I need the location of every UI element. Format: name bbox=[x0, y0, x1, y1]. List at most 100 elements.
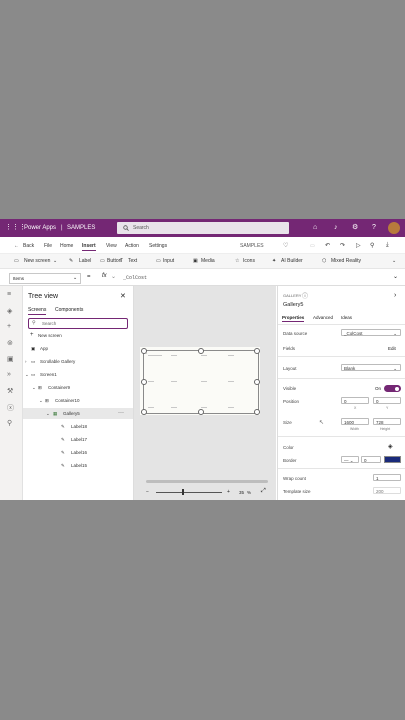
tab-screens[interactable]: Screens bbox=[28, 307, 47, 315]
menu-view[interactable]: View bbox=[106, 243, 117, 249]
chevron-down-icon[interactable]: ⌄ bbox=[46, 411, 50, 417]
tree-row-scrollable-gallery[interactable]: › ▭ Scrollable Gallery bbox=[23, 356, 133, 367]
tab-ideas[interactable]: Ideas bbox=[341, 315, 352, 320]
close-icon[interactable]: ✕ bbox=[120, 292, 126, 300]
new-screen-button[interactable]: New screen bbox=[24, 258, 50, 264]
wrap-count-input[interactable]: 1 bbox=[373, 474, 401, 481]
template-size-input[interactable]: 200 bbox=[373, 487, 401, 494]
menu-home[interactable]: Home bbox=[60, 243, 73, 249]
icons-button[interactable]: Icons bbox=[243, 258, 255, 264]
screen-canvas[interactable]: ✎ bbox=[140, 347, 260, 415]
menu-file[interactable]: File bbox=[44, 243, 52, 249]
tab-components[interactable]: Components bbox=[55, 307, 83, 313]
fit-to-window-icon[interactable]: ⤢ bbox=[261, 488, 266, 495]
more-chevron-icon[interactable]: ⌄ bbox=[392, 258, 396, 264]
formula-input[interactable]: _ColCost bbox=[120, 272, 388, 283]
resize-handle[interactable] bbox=[254, 379, 260, 385]
chevron-down-icon[interactable]: ⌄ bbox=[25, 372, 29, 378]
more-options-icon[interactable]: ··· bbox=[118, 410, 124, 416]
tree-row-gallery5[interactable]: ⌄ ▦ Gallery5 ··· bbox=[23, 408, 133, 419]
resize-handle[interactable] bbox=[141, 409, 147, 415]
back-arrow-icon[interactable]: ← bbox=[14, 243, 19, 249]
layout-dropdown[interactable]: Blank ⌄ bbox=[341, 364, 401, 371]
horizontal-scrollbar[interactable] bbox=[146, 480, 268, 483]
play-icon[interactable]: ▷ bbox=[356, 242, 361, 249]
media-rail-icon[interactable]: ▣ bbox=[7, 355, 14, 363]
size-height-input[interactable]: 728 bbox=[373, 418, 401, 425]
canvas-area[interactable]: ✎ − + 35 % ⤢ bbox=[134, 286, 276, 500]
text-button[interactable]: Text bbox=[128, 258, 137, 264]
avatar[interactable] bbox=[388, 222, 400, 234]
tree-row-app[interactable]: ▣ App bbox=[23, 343, 133, 354]
redo-icon[interactable]: ↷ bbox=[340, 242, 345, 249]
visible-toggle[interactable] bbox=[384, 385, 401, 392]
help-icon[interactable]: ? bbox=[372, 224, 376, 232]
zoom-slider-track[interactable] bbox=[156, 492, 222, 493]
mixed-reality-button[interactable]: Mixed Reality bbox=[331, 258, 361, 264]
back-button[interactable]: Back bbox=[23, 243, 34, 249]
ai-builder-button[interactable]: AI Builder bbox=[281, 258, 303, 264]
tree-row-screen1[interactable]: ⌄ ▭ Screen1 bbox=[23, 369, 133, 380]
tree-row-label16[interactable]: ✎ Label16 bbox=[23, 447, 133, 458]
fill-bucket-icon[interactable]: ◈ bbox=[388, 443, 393, 450]
chevron-down-icon[interactable]: ⌄ bbox=[53, 258, 57, 264]
chevron-down-icon[interactable]: ⌄ bbox=[32, 385, 36, 391]
resize-handle[interactable] bbox=[198, 348, 204, 354]
tab-advanced[interactable]: Advanced bbox=[313, 315, 333, 320]
insert-icon[interactable]: + bbox=[7, 323, 11, 330]
fields-edit-link[interactable]: Edit bbox=[388, 346, 396, 351]
undo-icon[interactable]: ↶ bbox=[325, 242, 330, 249]
chevron-down-icon[interactable]: ⌄ bbox=[39, 398, 43, 404]
fx-chevron-icon[interactable]: ⌄ bbox=[111, 273, 116, 280]
border-color-swatch[interactable] bbox=[384, 456, 401, 463]
search-input[interactable]: Search bbox=[117, 222, 289, 234]
resize-handle[interactable] bbox=[141, 379, 147, 385]
app-launcher-icon[interactable]: ⋮⋮⋮ bbox=[5, 224, 26, 232]
power-automate-icon[interactable]: » bbox=[7, 371, 11, 378]
position-x-input[interactable]: 0 bbox=[341, 397, 369, 404]
advanced-tools-icon[interactable]: ⚒ bbox=[7, 387, 13, 395]
input-button[interactable]: Input bbox=[163, 258, 174, 264]
resize-handle[interactable] bbox=[198, 409, 204, 415]
tree-row-label17[interactable]: ✎ Label17 bbox=[23, 434, 133, 445]
tree-row-container10[interactable]: ⌄ ⊞ Container10 bbox=[23, 395, 133, 406]
hamburger-icon[interactable]: ≡ bbox=[7, 291, 11, 298]
tab-properties[interactable]: Properties bbox=[282, 315, 305, 322]
expand-formula-icon[interactable]: ⌄ bbox=[393, 273, 398, 280]
variables-icon[interactable]: ⓧ bbox=[7, 403, 14, 413]
chevron-right-icon[interactable]: › bbox=[25, 359, 27, 364]
data-source-dropdown[interactable]: _ColCost ⌄ bbox=[341, 329, 401, 336]
data-icon[interactable]: ⊚ bbox=[7, 339, 13, 347]
zoom-out-icon[interactable]: − bbox=[146, 489, 149, 495]
zoom-slider-thumb[interactable] bbox=[182, 489, 184, 495]
tree-row-label15[interactable]: ✎ Label15 bbox=[23, 460, 133, 471]
settings-icon[interactable]: ⚙ bbox=[352, 224, 358, 232]
zoom-in-icon[interactable]: + bbox=[227, 489, 230, 495]
border-width-input[interactable]: 0 bbox=[361, 456, 381, 463]
media-button[interactable]: Media bbox=[201, 258, 215, 264]
comments-icon[interactable]: ▭ bbox=[310, 243, 315, 249]
resize-handle[interactable] bbox=[254, 348, 260, 354]
tree-row-label18[interactable]: ✎ Label18 bbox=[23, 421, 133, 432]
new-screen-tree-button[interactable]: New screen bbox=[38, 333, 62, 338]
label-button[interactable]: Label bbox=[79, 258, 91, 264]
environment-icon[interactable]: ⌂ bbox=[313, 224, 317, 232]
help-circle-icon[interactable]: ⓘ bbox=[302, 291, 308, 300]
size-width-input[interactable]: 1600 bbox=[341, 418, 369, 425]
tree-search-input[interactable]: ⚲ Search bbox=[28, 318, 128, 329]
gallery-selection[interactable]: ✎ bbox=[141, 348, 260, 415]
border-style-dropdown[interactable]: — ⌄ bbox=[341, 456, 359, 463]
menu-insert[interactable]: Insert bbox=[82, 243, 96, 251]
app-checker-icon[interactable]: ♡ bbox=[283, 242, 288, 249]
save-icon[interactable]: ⤓ bbox=[386, 242, 389, 249]
tree-row-container9[interactable]: ⌄ ⊞ Container9 bbox=[23, 382, 133, 393]
menu-action[interactable]: Action bbox=[125, 243, 139, 249]
menu-settings[interactable]: Settings bbox=[149, 243, 167, 249]
property-dropdown[interactable]: Items ⌄ bbox=[9, 273, 81, 284]
resize-handle[interactable] bbox=[254, 409, 260, 415]
notifications-icon[interactable]: ♪ bbox=[334, 224, 338, 232]
search-rail-icon[interactable]: ⚲ bbox=[7, 419, 12, 427]
tree-view-icon[interactable]: ◈ bbox=[7, 307, 12, 315]
chevron-right-icon[interactable]: › bbox=[394, 292, 396, 299]
position-y-input[interactable]: 0 bbox=[373, 397, 401, 404]
